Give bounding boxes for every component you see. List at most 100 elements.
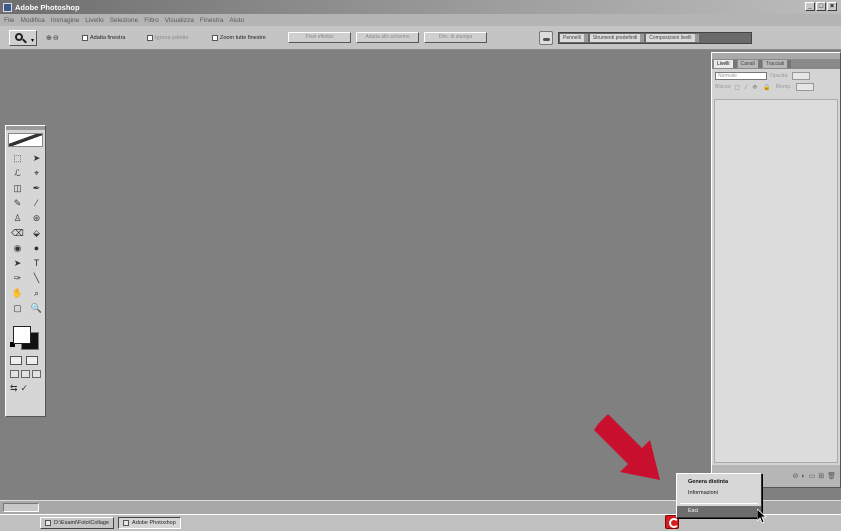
checkbox-box[interactable] <box>212 35 218 41</box>
lock-row: Blocca: ▢ ⁄ ✥ 🔒 Riemp.: <box>712 80 840 91</box>
path-selection-tool-icon[interactable]: ➤ <box>10 257 25 269</box>
minimize-button[interactable]: _ <box>805 2 815 11</box>
options-bar: ▾ ⊕⊖ Adatta finestra Ignora palette Zoom… <box>0 26 841 50</box>
layers-panel: Livelli Canali Tracciati Normale Opacità… <box>711 52 841 488</box>
tab-tracciati[interactable]: Tracciati <box>762 60 792 68</box>
blend-mode-select[interactable]: Normale <box>715 72 767 80</box>
jump-to-row: ⇆ ✓ <box>6 378 45 394</box>
print-size-button[interactable]: Dim. di stampa <box>424 32 487 43</box>
screen-mode-row <box>6 365 45 378</box>
folder-icon <box>45 520 51 526</box>
tab-strumenti-predefiniti[interactable]: Strumenti predefiniti <box>589 34 645 42</box>
adjustment-layer-icon[interactable]: ◐ <box>801 473 805 480</box>
brush-palette-icon[interactable] <box>539 31 553 45</box>
blur-tool-icon[interactable]: ◉ <box>10 242 25 254</box>
menu-finestra[interactable]: Finestra <box>200 17 223 24</box>
color-swatches <box>9 322 42 350</box>
eraser-tool-icon[interactable]: ⌫ <box>10 227 25 239</box>
window-controls: _ □ × <box>805 2 837 11</box>
tool-preset-picker[interactable]: ▾ <box>9 30 37 46</box>
zoom-tool-icon[interactable]: 🔍 <box>29 302 44 314</box>
photoshop-app-icon <box>3 2 12 12</box>
window-title: Adobe Photoshop <box>15 2 80 12</box>
tab-canali[interactable]: Canali <box>737 60 762 68</box>
tray-context-menu: Genera distinta Informazioni Esci <box>676 473 762 518</box>
brush-tool-icon[interactable]: ⁄ <box>29 197 44 209</box>
fit-screen-button[interactable]: Adatta allo schermo <box>356 32 419 43</box>
magic-wand-tool-icon[interactable]: ⌖ <box>29 167 44 179</box>
trash-icon[interactable]: 🗑 <box>827 472 836 480</box>
history-brush-tool-icon[interactable]: ⊛ <box>29 212 44 224</box>
tools-grid: ⬚ ➤ ℒ ⌖ ◫ ✒ ✎ ⁄ ♙ ⊛ ⌫ ⬙ ◉ ● ➤ T ✑ ╲ ✋ ⌕ … <box>6 150 45 316</box>
eyedropper-tool-icon[interactable]: ⌕ <box>29 287 44 299</box>
status-field <box>3 503 39 512</box>
dodge-tool-icon[interactable]: ● <box>29 242 44 254</box>
ignore-palettes-checkbox[interactable]: Ignora palette <box>147 35 189 41</box>
healing-brush-tool-icon[interactable]: ✎ <box>10 197 25 209</box>
check-icon[interactable]: ✓ <box>21 383 29 394</box>
menu-separator <box>680 503 758 504</box>
toolbox: ⬚ ➤ ℒ ⌖ ◫ ✒ ✎ ⁄ ♙ ⊛ ⌫ ⬙ ◉ ● ➤ T ✑ ╲ ✋ ⌕ … <box>5 125 46 417</box>
full-screen-mode-button[interactable] <box>32 370 41 378</box>
menu-aiuto[interactable]: Aiuto <box>229 17 244 24</box>
quick-mask-mode-button[interactable] <box>26 356 38 365</box>
palette-well: Pennelli Strumenti predefiniti Composizi… <box>558 32 752 44</box>
full-screen-menu-mode-button[interactable] <box>21 370 30 378</box>
title-bar[interactable]: Adobe Photoshop _ □ × <box>0 0 841 14</box>
menu-item-genera-distinta[interactable]: Genera distinta <box>677 477 761 488</box>
menu-item-esci[interactable]: Esci <box>677 506 761 517</box>
layers-list[interactable] <box>714 99 838 463</box>
chevron-down-icon: ▾ <box>30 38 34 44</box>
foreground-color-swatch[interactable] <box>13 326 31 344</box>
gradient-tool-icon[interactable]: ⬙ <box>29 227 44 239</box>
menu-filtro[interactable]: Filtro <box>144 17 158 24</box>
move-tool-icon[interactable]: ➤ <box>29 152 44 164</box>
menu-item-informazioni[interactable]: Informazioni <box>677 488 761 499</box>
close-button[interactable]: × <box>827 2 837 11</box>
crop-tool-icon[interactable]: ◫ <box>10 182 25 194</box>
menu-modifica[interactable]: Modifica <box>20 17 44 24</box>
lock-label: Blocca: <box>715 84 732 90</box>
taskbar-photoshop-button[interactable]: Adobe Photoshop <box>118 517 181 529</box>
type-tool-icon[interactable]: T <box>29 257 44 269</box>
opacity-field[interactable] <box>791 72 810 80</box>
tab-composizioni-livelli[interactable]: Composizioni livelli <box>646 34 699 42</box>
checkbox-box[interactable] <box>82 35 88 41</box>
new-layer-icon[interactable]: ⊞ <box>818 472 824 480</box>
edit-mode-row <box>6 350 45 365</box>
actual-pixels-button[interactable]: Pixel effettivi <box>288 32 351 43</box>
tab-pennelli[interactable]: Pennelli <box>560 34 588 42</box>
opacity-label: Opacità: <box>770 73 789 79</box>
fill-field[interactable] <box>795 83 814 91</box>
adobe-feather-icon[interactable] <box>8 133 43 147</box>
layer-style-icon[interactable]: ⊘ <box>793 472 799 480</box>
zoom-all-windows-checkbox[interactable]: Zoom tutte finestre <box>212 35 266 41</box>
slice-tool-icon[interactable]: ✒ <box>29 182 44 194</box>
toolbox-title-bar[interactable] <box>6 126 45 130</box>
jump-to-imageready-icon[interactable]: ⇆ <box>10 383 18 394</box>
tab-livelli[interactable]: Livelli <box>714 60 737 68</box>
standard-mode-button[interactable] <box>10 356 22 365</box>
resize-windows-checkbox[interactable]: Adatta finestra <box>82 35 125 41</box>
standard-screen-mode-button[interactable] <box>10 370 19 378</box>
lasso-tool-icon[interactable]: ℒ <box>10 167 25 179</box>
menu-file[interactable]: File <box>4 17 14 24</box>
menu-immagine[interactable]: Immagine <box>51 17 80 24</box>
menu-visualizza[interactable]: Visualizza <box>165 17 194 24</box>
menu-livello[interactable]: Livello <box>85 17 103 24</box>
menu-selezione[interactable]: Selezione <box>110 17 139 24</box>
pen-tool-icon[interactable]: ✑ <box>10 272 25 284</box>
line-tool-icon[interactable]: ╲ <box>29 272 44 284</box>
clone-stamp-tool-icon[interactable]: ♙ <box>10 212 25 224</box>
marquee-tool-icon[interactable]: ⬚ <box>10 152 25 164</box>
hand-tool-icon[interactable]: ✋ <box>10 287 25 299</box>
maximize-button[interactable]: □ <box>816 2 826 11</box>
zoom-in-out-icons[interactable]: ⊕⊖ <box>46 34 60 42</box>
taskbar-folder-button[interactable]: D:\Esami\Foto\Collage <box>40 517 115 529</box>
checkbox-box[interactable] <box>147 35 153 41</box>
red-arrow-icon <box>594 414 660 480</box>
photoshop-icon <box>123 520 130 526</box>
new-set-icon[interactable]: ▭ <box>809 472 816 480</box>
lock-icons[interactable]: ▢ ⁄ ✥ 🔒 <box>734 84 772 91</box>
notes-tool-icon[interactable]: ▢ <box>10 302 25 314</box>
